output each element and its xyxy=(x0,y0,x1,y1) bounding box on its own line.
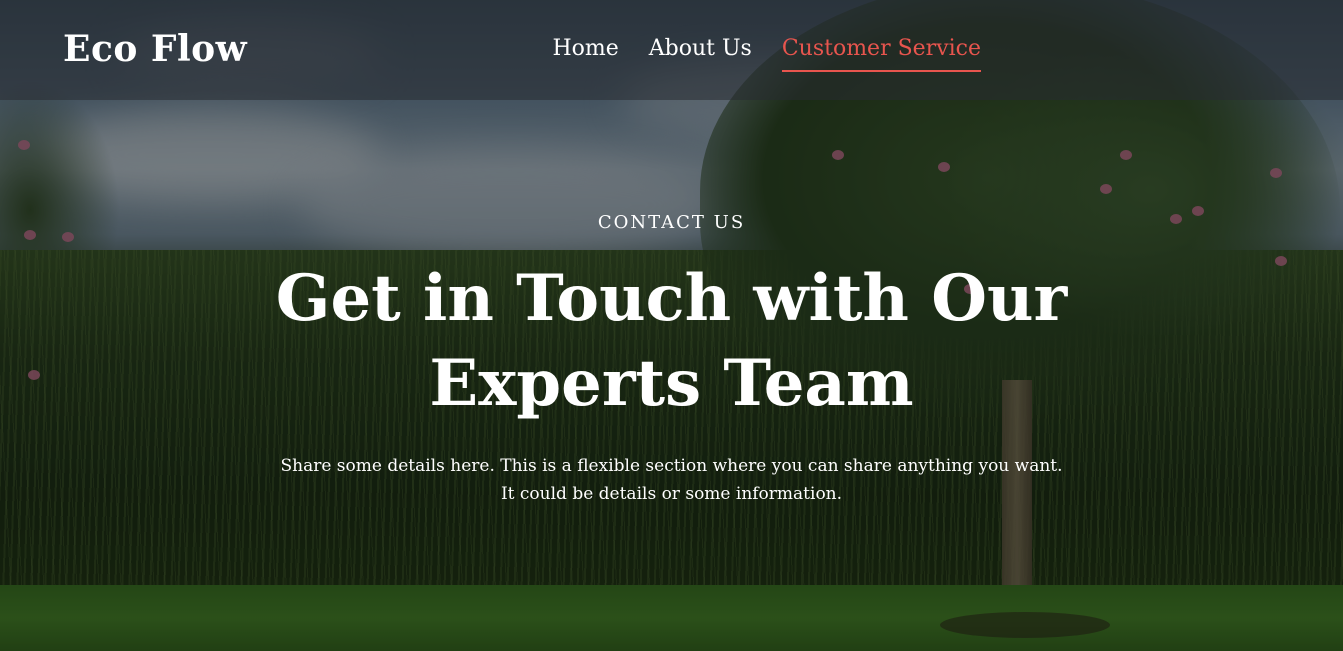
hero-headline: Get in Touch with Our Experts Team xyxy=(275,261,1068,421)
main-nav: Home About Us Customer Service xyxy=(552,34,981,72)
nav-customer-service[interactable]: Customer Service xyxy=(781,34,981,72)
hero-description-line-2: It could be details or some information. xyxy=(500,484,843,504)
hero-section: CONTACT US Get in Touch with Our Experts… xyxy=(0,200,1343,508)
nav-home[interactable]: Home xyxy=(552,34,618,72)
hero-description-line-1: Share some details here. This is a flexi… xyxy=(280,456,1063,476)
brand-logo[interactable]: Eco Flow xyxy=(63,27,247,71)
site-header: Eco Flow Home About Us Customer Service xyxy=(0,0,1343,100)
section-eyebrow: CONTACT US xyxy=(597,212,746,233)
nav-about-us[interactable]: About Us xyxy=(649,34,752,72)
hero-description: Share some details here. This is a flexi… xyxy=(262,452,1082,508)
